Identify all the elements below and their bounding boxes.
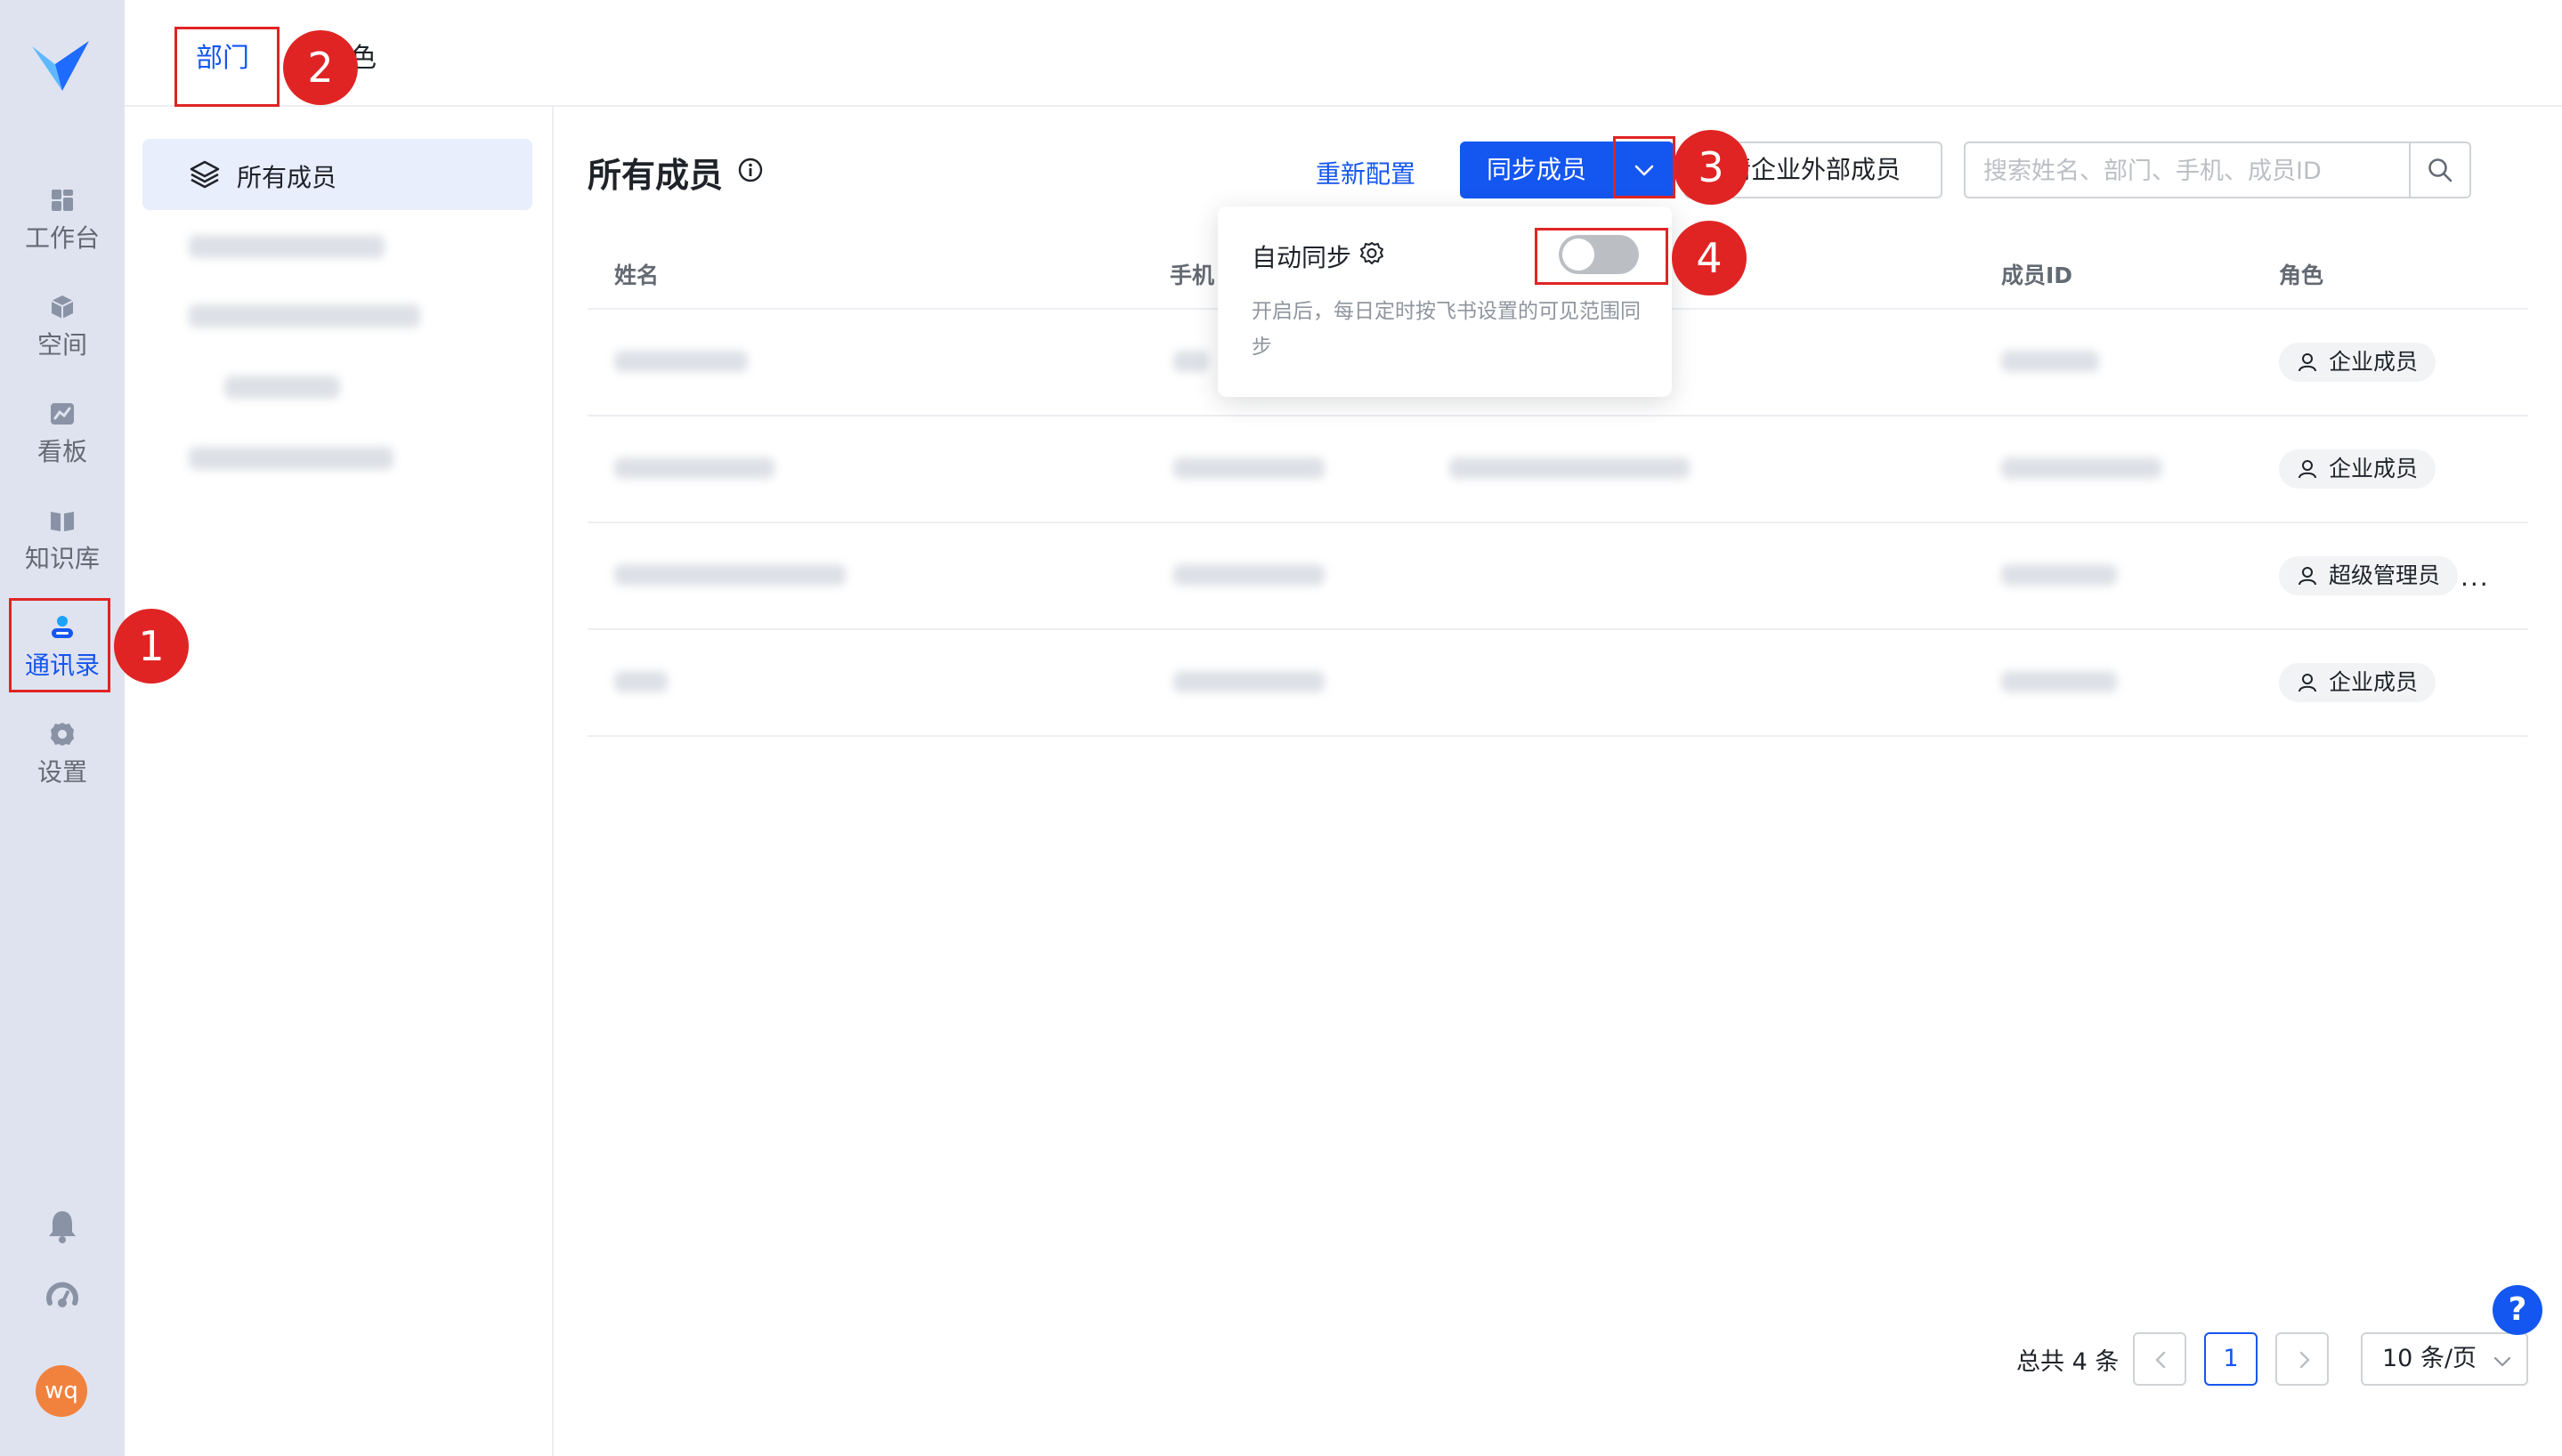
- nav-label: 工作台: [24, 223, 100, 253]
- user-icon: [2299, 460, 2316, 479]
- bell-icon[interactable]: [46, 1209, 78, 1244]
- reconfigure-link[interactable]: 重新配置: [1316, 155, 1415, 190]
- nav-item-space[interactable]: 空间: [0, 294, 125, 361]
- callout-box-contacts: [9, 598, 110, 692]
- user-icon: [2299, 353, 2316, 372]
- callout-number: 3: [1674, 130, 1748, 205]
- column-header-name[interactable]: 姓名: [614, 258, 659, 290]
- callout-box-department-tab: [174, 27, 280, 107]
- role-label: 超级管理员: [2329, 562, 2441, 588]
- redacted-member-id: [2001, 671, 2117, 692]
- search-button[interactable]: [2409, 143, 2469, 197]
- redacted-name: [614, 457, 774, 479]
- redacted-name: [614, 351, 748, 372]
- help-button[interactable]: ?: [2493, 1285, 2542, 1335]
- prev-page-button[interactable]: [2133, 1332, 2186, 1386]
- redacted-name: [614, 671, 668, 692]
- popover-description: 开启后，每日定时按飞书设置的可见范围同步: [1252, 300, 1641, 359]
- tree-item-redacted[interactable]: [189, 235, 385, 258]
- redacted-member-id: [2001, 457, 2161, 479]
- nav-item-workbench[interactable]: 工作台: [0, 187, 125, 255]
- redacted-phone: [1173, 457, 1325, 479]
- popover-title: 自动同步: [1252, 243, 1352, 272]
- chart-icon: [51, 403, 74, 425]
- redacted-phone: [1173, 351, 1209, 372]
- nav-item-knowledge-base[interactable]: 知识库: [0, 507, 125, 575]
- role-label: 企业成员: [2329, 669, 2419, 695]
- cube-icon: [51, 295, 74, 319]
- layers-icon: [190, 160, 220, 189]
- tree-item-label: 所有成员: [237, 163, 337, 192]
- table-row[interactable]: 企业成员: [588, 417, 2528, 523]
- book-icon: [51, 512, 74, 531]
- callout-number: 1: [114, 609, 189, 684]
- nav-label: 设置: [36, 757, 87, 787]
- pagination-total: 总共 4 条: [2016, 1348, 2120, 1376]
- user-icon: [2299, 674, 2316, 692]
- redacted-phone: [1173, 671, 1325, 692]
- page-title: 所有成员: [588, 156, 724, 195]
- tree-item-all-members[interactable]: 所有成员: [142, 139, 532, 210]
- role-label: 企业成员: [2329, 349, 2419, 375]
- user-icon: [2299, 567, 2316, 586]
- search-box: [1964, 142, 2471, 198]
- page-size-select[interactable]: 10 条/页: [2361, 1332, 2528, 1386]
- tree-item-redacted[interactable]: [224, 376, 340, 399]
- role-badge: 企业成员: [2279, 343, 2436, 382]
- callout-number: 2: [283, 30, 358, 105]
- table-row[interactable]: 企业成员: [588, 630, 2528, 737]
- gear-icon[interactable]: [1358, 240, 1385, 267]
- nav-item-settings[interactable]: 设置: [0, 721, 125, 789]
- nav-label: 空间: [36, 330, 87, 360]
- chevron-right-icon: [2299, 1351, 2310, 1369]
- page-size-value: 10 条/页: [2382, 1345, 2477, 1372]
- search-input[interactable]: [1982, 152, 2395, 190]
- role-badge: 企业成员: [2279, 663, 2436, 702]
- page-number-button[interactable]: 1: [2204, 1332, 2258, 1386]
- app-logo[interactable]: [30, 39, 91, 94]
- table-row[interactable]: 超级管理员 ...: [588, 523, 2528, 630]
- callout-box-sync-dropdown: [1613, 136, 1675, 198]
- nav-item-dashboard[interactable]: 看板: [0, 400, 125, 468]
- role-badge: 超级管理员: [2279, 556, 2459, 595]
- chevron-down-icon: [2493, 1356, 2511, 1367]
- role-label: 企业成员: [2329, 456, 2419, 481]
- next-page-button[interactable]: [2275, 1332, 2329, 1386]
- gear-icon: [51, 723, 74, 746]
- redacted-email: [1449, 457, 1690, 479]
- avatar[interactable]: wq: [36, 1365, 87, 1417]
- chevron-left-icon: [2155, 1351, 2166, 1369]
- redacted-phone: [1173, 564, 1325, 586]
- column-header-role[interactable]: 角色: [2279, 258, 2323, 290]
- redacted-member-id: [2001, 564, 2117, 586]
- nav-label: 看板: [36, 437, 87, 466]
- redacted-name: [614, 564, 846, 586]
- top-tabs-bar: [125, 0, 2562, 107]
- role-badge: 企业成员: [2279, 449, 2436, 489]
- info-icon[interactable]: [737, 157, 764, 183]
- search-icon: [2428, 158, 2453, 182]
- help-center-icon[interactable]: [45, 1280, 80, 1315]
- tree-item-redacted[interactable]: [189, 447, 393, 470]
- callout-number: 4: [1672, 221, 1747, 295]
- callout-box-auto-sync-toggle: [1535, 228, 1668, 285]
- column-header-member-id[interactable]: 成员ID: [2001, 258, 2072, 290]
- redacted-member-id: [2001, 351, 2099, 372]
- more-actions-button[interactable]: ...: [2461, 562, 2490, 592]
- grid-icon: [52, 190, 73, 211]
- sync-members-button[interactable]: 同步成员: [1460, 142, 1613, 198]
- column-header-phone[interactable]: 手机: [1170, 258, 1214, 290]
- tree-item-redacted[interactable]: [189, 304, 420, 328]
- nav-label: 知识库: [24, 544, 100, 573]
